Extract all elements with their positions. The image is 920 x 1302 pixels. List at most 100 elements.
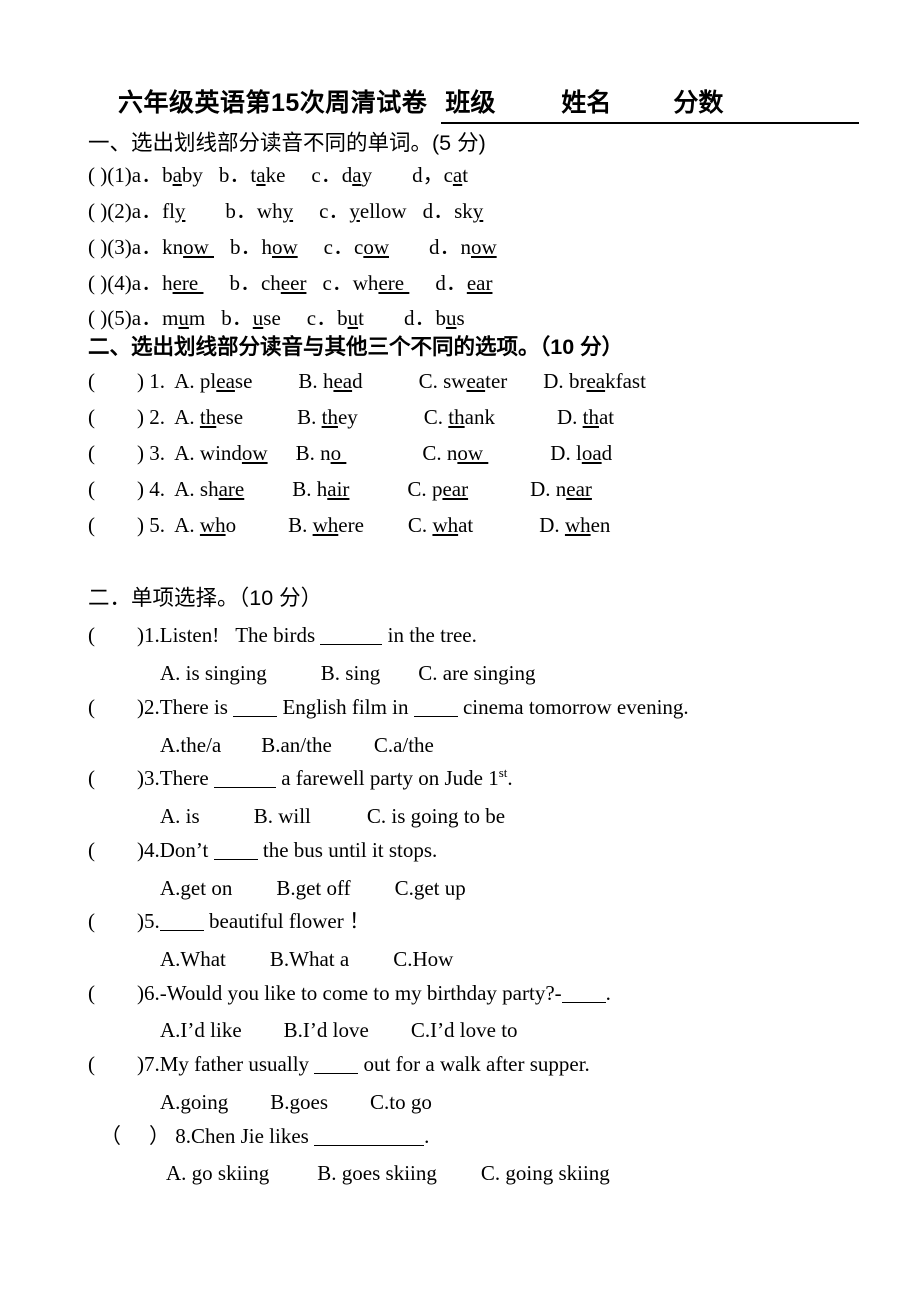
item-number: 5. (149, 513, 165, 537)
choice-b[interactable]: B. sing (321, 661, 381, 685)
choice-c[interactable]: C.get up (395, 876, 466, 900)
choice-b[interactable]: B.goes (270, 1090, 328, 1114)
option-a: A. share (174, 477, 245, 501)
question-number: 3. (144, 766, 160, 790)
choice-c[interactable]: C.to go (370, 1090, 432, 1114)
option-a: a．here (131, 271, 204, 295)
choice-b[interactable]: B. goes skiing (317, 1161, 437, 1185)
option-b: b．cheer (229, 271, 307, 295)
item-number: (2) (107, 199, 132, 223)
answer-bracket-close: ) (137, 1052, 144, 1076)
choice-a[interactable]: A. is singing (160, 661, 267, 685)
option-d: D. near (530, 477, 592, 501)
fill-blank[interactable] (561, 1002, 606, 1003)
answer-bracket-open[interactable]: ( (88, 981, 95, 1005)
fill-blank[interactable] (213, 859, 258, 860)
option-c: C. what (407, 513, 474, 537)
item-number: (3) (107, 235, 132, 259)
choice-a[interactable]: A. is (160, 804, 200, 828)
answer-bracket-open[interactable]: ( (88, 405, 95, 429)
section2-item-5: () 5. A. who B. where C. what D. when (88, 515, 610, 536)
option-a: A. window (174, 441, 268, 465)
option-b: B. they (297, 405, 358, 429)
choice-a[interactable]: A.What (160, 947, 226, 971)
question-stem: There (159, 766, 214, 790)
section1-item-4: ( )(4)a．here b．cheer c．where d．ear (88, 273, 492, 294)
option-b: B. head (298, 369, 363, 393)
choice-c[interactable]: C.How (393, 947, 453, 971)
choice-c[interactable]: C.I’d love to (411, 1018, 518, 1042)
choice-b[interactable]: B.get off (276, 876, 350, 900)
item-number: 3. (149, 441, 165, 465)
question-stem: Chen Jie likes (191, 1124, 315, 1148)
section3-question-4: ()4.Don’t the bus until it stops. (88, 838, 438, 862)
section3-question-1: ()1.Listen! The birds in the tree. (88, 623, 477, 647)
option-d: D. when (539, 513, 611, 537)
choice-a[interactable]: A.going (160, 1090, 228, 1114)
answer-bracket-close: ) (137, 513, 144, 537)
fill-blank[interactable] (314, 1145, 425, 1146)
choice-b[interactable]: B. will (254, 804, 311, 828)
option-a: a．baby (131, 163, 203, 187)
choice-a[interactable]: A.the/a (160, 733, 221, 757)
answer-bracket-close: ) (137, 838, 144, 862)
question-number: 8. (170, 1124, 191, 1148)
answer-bracket[interactable]: ( ) (88, 235, 107, 259)
answer-bracket-open[interactable]: ( (88, 1052, 95, 1076)
question-number: 2. (144, 695, 160, 719)
section2-item-1: () 1. A. please B. head C. sweater D. break… (88, 371, 646, 392)
answer-bracket-open[interactable]: ( (88, 513, 95, 537)
choice-a[interactable]: A.get on (160, 876, 232, 900)
option-b: b．use (221, 306, 281, 330)
option-b: B. where (288, 513, 364, 537)
section2-item-4: () 4. A. share B. hair C. pear D. near (88, 479, 592, 500)
option-d: d，cat (412, 163, 469, 187)
option-d: d．ear (435, 271, 493, 295)
fill-blank[interactable] (314, 1073, 359, 1074)
answer-bracket-open[interactable]: ( (88, 838, 95, 862)
section1-item-3: ( )(3)a．know b．how c．cow d．now (88, 237, 497, 258)
answer-bracket[interactable]: ( ) (88, 306, 107, 330)
section3-question-6: ()6.-Would you like to come to my birthd… (88, 981, 611, 1005)
fill-blank[interactable] (213, 787, 276, 788)
option-c: C. now (422, 441, 489, 465)
choice-b[interactable]: B.I’d love (284, 1018, 369, 1042)
choice-c[interactable]: C.a/the (374, 733, 434, 757)
section3-question-2: ()2.There is English film in cinema tomo… (88, 695, 689, 719)
fill-blank[interactable] (320, 644, 383, 645)
answer-bracket-open[interactable]: ( (88, 623, 95, 647)
option-c: C. thank (423, 405, 495, 429)
fill-blank[interactable] (413, 716, 458, 717)
answer-bracket-open[interactable]: ( (88, 369, 95, 393)
option-c: C. pear (407, 477, 469, 501)
answer-bracket-open[interactable]: ( (88, 909, 95, 933)
answer-bracket-open[interactable]: （ (100, 1125, 121, 1148)
answer-bracket[interactable]: ( ) (88, 271, 107, 295)
answer-bracket-open[interactable]: ( (88, 766, 95, 790)
fill-blank[interactable] (159, 930, 204, 931)
section3-choices-2: A.the/a B.an/the C.a/the (160, 733, 434, 758)
choice-a[interactable]: A. go skiing (166, 1161, 269, 1185)
answer-bracket-open[interactable]: ( (88, 477, 95, 501)
option-d: d．bus (403, 306, 465, 330)
choice-b[interactable]: B.an/the (261, 733, 332, 757)
option-b: b．why (225, 199, 294, 223)
answer-bracket-open[interactable]: ( (88, 441, 95, 465)
page-title-text: 六年级英语第15次周清试卷 (118, 89, 428, 117)
answer-bracket[interactable]: ( ) (88, 199, 107, 223)
choice-a[interactable]: A.I’d like (160, 1018, 242, 1042)
answer-bracket-close: ) (137, 909, 144, 933)
page-title: 六年级英语第15次周清试卷 班级 姓名 分数 (118, 83, 860, 124)
item-number: 2. (149, 405, 165, 429)
choice-c[interactable]: C. are singing (418, 661, 535, 685)
answer-bracket-open[interactable]: ( (88, 695, 95, 719)
question-number: 5. (144, 909, 160, 933)
option-b: b．how (230, 235, 298, 259)
choice-c[interactable]: C. is going to be (367, 804, 505, 828)
option-a: A. these (174, 405, 244, 429)
answer-bracket-close: ) (137, 623, 144, 647)
fill-blank[interactable] (233, 716, 278, 717)
choice-b[interactable]: B.What a (270, 947, 349, 971)
choice-c[interactable]: C. going skiing (481, 1161, 610, 1185)
answer-bracket[interactable]: ( ) (88, 163, 107, 187)
